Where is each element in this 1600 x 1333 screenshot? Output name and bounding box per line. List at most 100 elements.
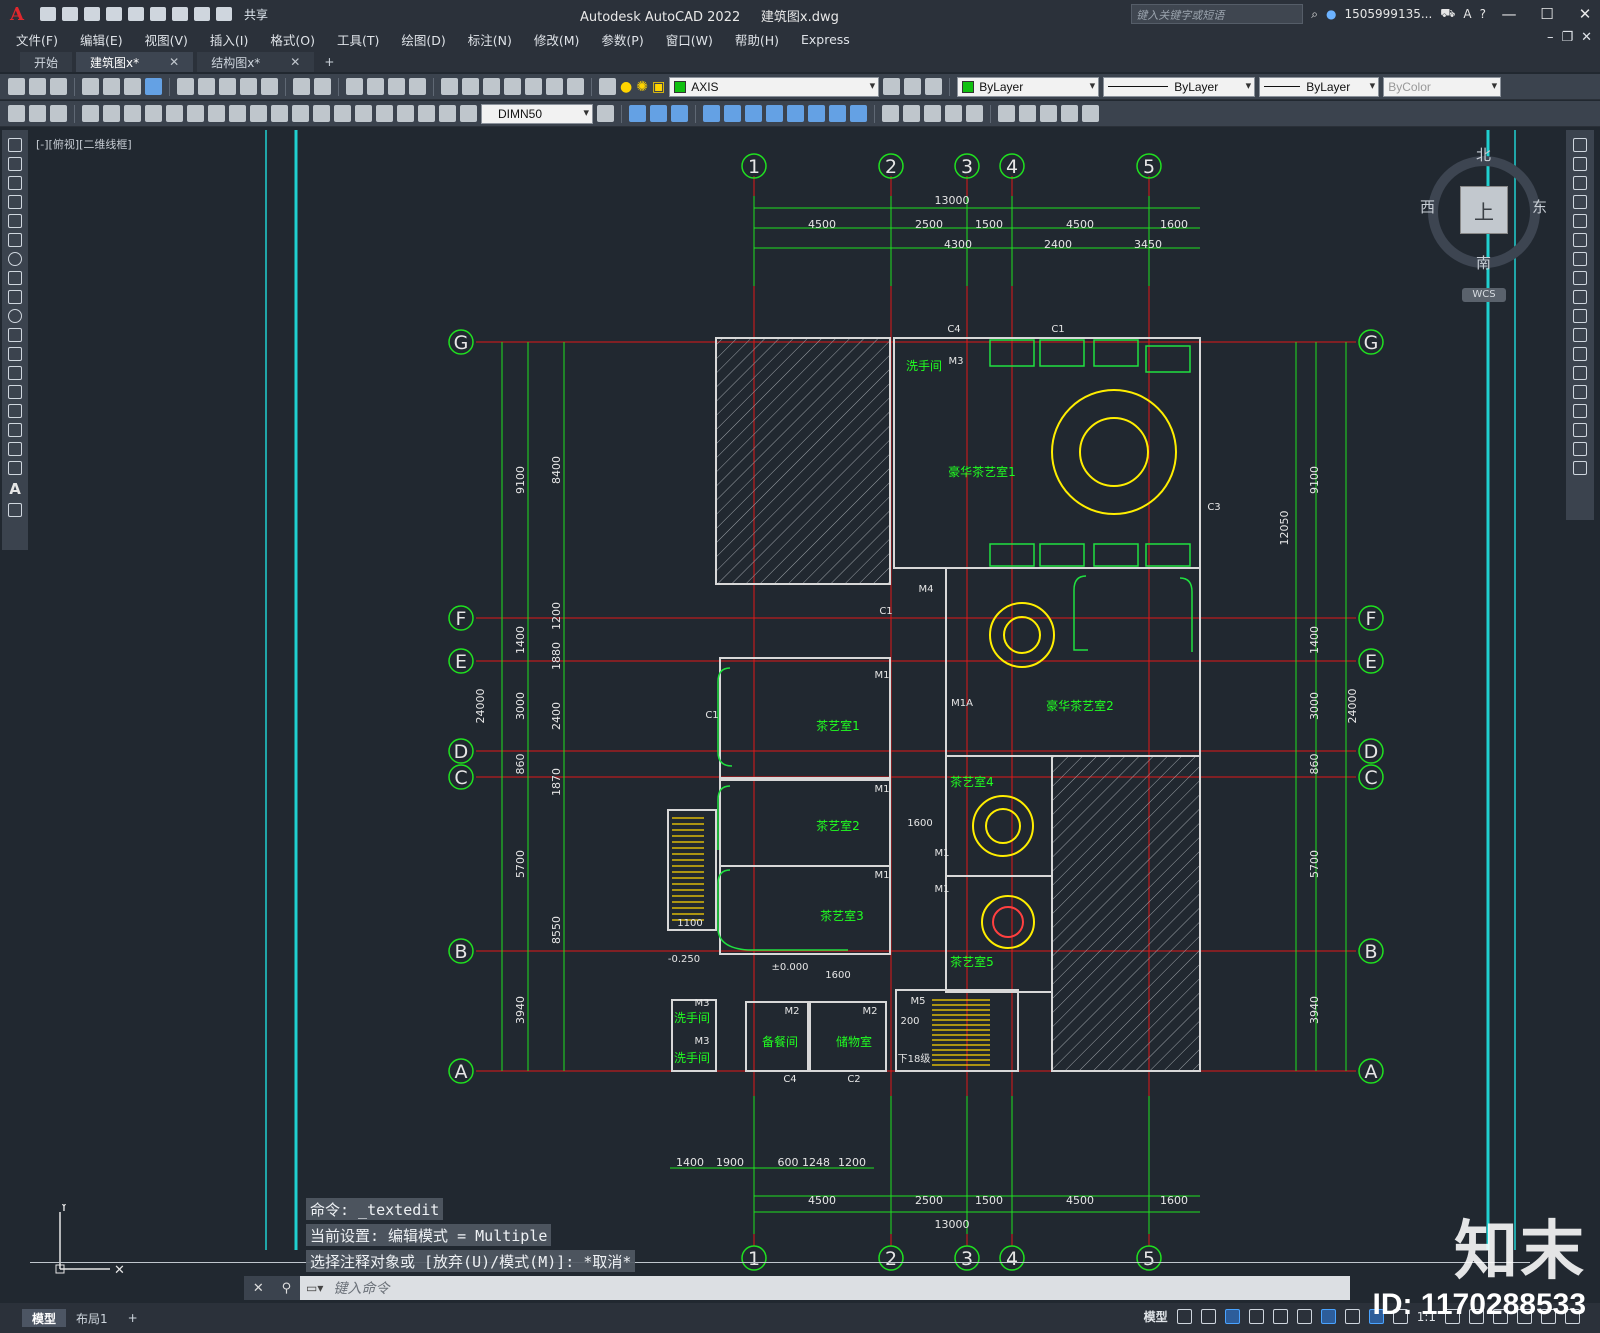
stretch-icon[interactable] [1573, 290, 1587, 304]
markup-icon[interactable] [525, 78, 542, 95]
linetype-dropdown[interactable]: ByLayer [1103, 76, 1256, 97]
new-tab-button[interactable]: + [318, 52, 340, 72]
modify-icon[interactable] [724, 105, 741, 122]
tool-palettes-icon[interactable] [483, 78, 500, 95]
modify-icon[interactable] [808, 105, 825, 122]
autocad-logo-icon[interactable]: A [0, 0, 34, 28]
modify-icon[interactable] [787, 105, 804, 122]
command-input[interactable]: 键入命令 [323, 1278, 1350, 1298]
auto-scale-icon[interactable] [1392, 1309, 1408, 1324]
update-icon[interactable] [460, 105, 477, 122]
model-space-label[interactable]: 模型 [1144, 1308, 1168, 1325]
group-icon[interactable] [1019, 105, 1036, 122]
jogged-icon[interactable] [187, 105, 204, 122]
redo-icon[interactable] [216, 7, 232, 21]
maximize-button[interactable]: ☐ [1532, 0, 1562, 28]
user-name[interactable]: 1505999135... [1345, 7, 1433, 21]
aligned-dimension-icon[interactable] [103, 105, 120, 122]
cut-icon[interactable] [177, 78, 194, 95]
open-web-icon[interactable] [128, 7, 144, 21]
insert-block-icon[interactable] [8, 347, 22, 361]
break-at-point-icon[interactable] [1573, 347, 1587, 361]
annotation-scale[interactable]: 1:1 [1417, 1310, 1436, 1324]
modify-icon[interactable] [745, 105, 762, 122]
center-mark-icon[interactable] [376, 105, 393, 122]
gear-icon[interactable] [1445, 1309, 1460, 1324]
autodesk-app-icon[interactable]: A [1463, 7, 1471, 21]
modify-icon[interactable] [766, 105, 783, 122]
undo-icon[interactable] [194, 7, 210, 21]
plus-icon[interactable] [1469, 1309, 1484, 1324]
polygon-icon[interactable] [8, 195, 22, 209]
save-as-icon[interactable] [106, 7, 122, 21]
line-icon[interactable] [8, 138, 22, 152]
explode-icon[interactable] [1573, 461, 1587, 475]
menu-edit[interactable]: 编辑(E) [80, 30, 123, 49]
publish-icon[interactable] [124, 78, 141, 95]
compass-east[interactable]: 东 [1532, 196, 1547, 217]
menu-window[interactable]: 窗口(W) [666, 30, 713, 49]
dimstyle-dropdown[interactable]: DIMN50 [481, 103, 593, 124]
plot-icon[interactable] [82, 78, 99, 95]
recent-commands-icon[interactable]: ▭▾ [306, 1281, 323, 1295]
paste-icon[interactable] [219, 78, 236, 95]
linear-dimension-icon[interactable] [82, 105, 99, 122]
dimtedit-icon[interactable] [439, 105, 456, 122]
wcs-button[interactable]: WCS [1462, 288, 1506, 302]
trim-icon[interactable] [1573, 309, 1587, 323]
layer-previous-icon[interactable] [904, 78, 922, 95]
ordinate-icon[interactable] [145, 105, 162, 122]
make-current-icon[interactable] [883, 78, 901, 95]
group-icon[interactable] [1040, 105, 1057, 122]
object-snap-tracking-icon[interactable] [1296, 1309, 1312, 1324]
zoom-realtime-icon[interactable] [367, 78, 384, 95]
open-icon[interactable] [29, 78, 46, 95]
save-icon[interactable] [84, 7, 100, 21]
tab-architecture[interactable]: 建筑图x* ✕ [76, 52, 194, 72]
polyline-icon[interactable] [8, 176, 22, 190]
color-dropdown[interactable]: ByLayer [957, 76, 1100, 97]
close-button[interactable]: ✕ [1570, 0, 1600, 28]
cart-icon[interactable]: ⛟ [1440, 6, 1455, 22]
zoom-previous-icon[interactable] [409, 78, 426, 95]
draworder-icon[interactable] [966, 105, 983, 122]
search-icon[interactable]: ⌕ [1311, 7, 1318, 22]
construction-line-icon[interactable] [8, 157, 22, 171]
copy-icon[interactable] [198, 78, 215, 95]
tolerance-icon[interactable] [355, 105, 372, 122]
draworder-icon[interactable] [924, 105, 941, 122]
group-icon[interactable] [1061, 105, 1078, 122]
draworder-icon[interactable] [945, 105, 962, 122]
new-icon[interactable] [8, 78, 25, 95]
baseline-icon[interactable] [271, 105, 288, 122]
arc-icon[interactable] [8, 233, 22, 247]
layer-properties-icon[interactable] [599, 78, 616, 95]
zoom-window-icon[interactable] [388, 78, 405, 95]
table-icon[interactable] [8, 461, 22, 475]
plot-icon[interactable] [172, 7, 188, 21]
search-input[interactable]: 键入关键字或短语 [1131, 4, 1304, 24]
sun-icon[interactable]: ✺ [636, 79, 648, 95]
viewcube[interactable]: 北 西 东 南 上 WCS [1420, 146, 1547, 302]
tab-layout1[interactable]: 布局1 [66, 1309, 118, 1327]
doc-minimize-button[interactable]: – [1547, 30, 1554, 45]
gradient-icon[interactable] [8, 423, 22, 437]
web-icon[interactable] [145, 78, 162, 95]
sheet-set-icon[interactable] [504, 78, 521, 95]
add-layout-button[interactable]: + [118, 1309, 148, 1327]
text-icon[interactable]: A [9, 480, 21, 498]
modify-icon[interactable] [703, 105, 720, 122]
dimension-break-icon[interactable] [334, 105, 351, 122]
drawing-area[interactable]: 1 1 2 2 3 3 4 4 5 5 G G F F E E D D C C B B A A 4500 2500 1500 4500… [30, 130, 1564, 1280]
mirror-icon[interactable] [1573, 176, 1587, 190]
undo-icon[interactable] [293, 78, 310, 95]
point-icon[interactable] [8, 385, 22, 399]
circle-icon[interactable] [8, 252, 22, 266]
compass-south[interactable]: 南 [1476, 252, 1491, 273]
ellipse-arc-icon[interactable] [8, 328, 22, 342]
modify-icon[interactable] [650, 105, 667, 122]
menu-express[interactable]: Express [801, 32, 850, 47]
help-icon[interactable] [567, 78, 584, 95]
minimize-button[interactable]: — [1494, 0, 1524, 28]
blend-icon[interactable] [1573, 442, 1587, 456]
